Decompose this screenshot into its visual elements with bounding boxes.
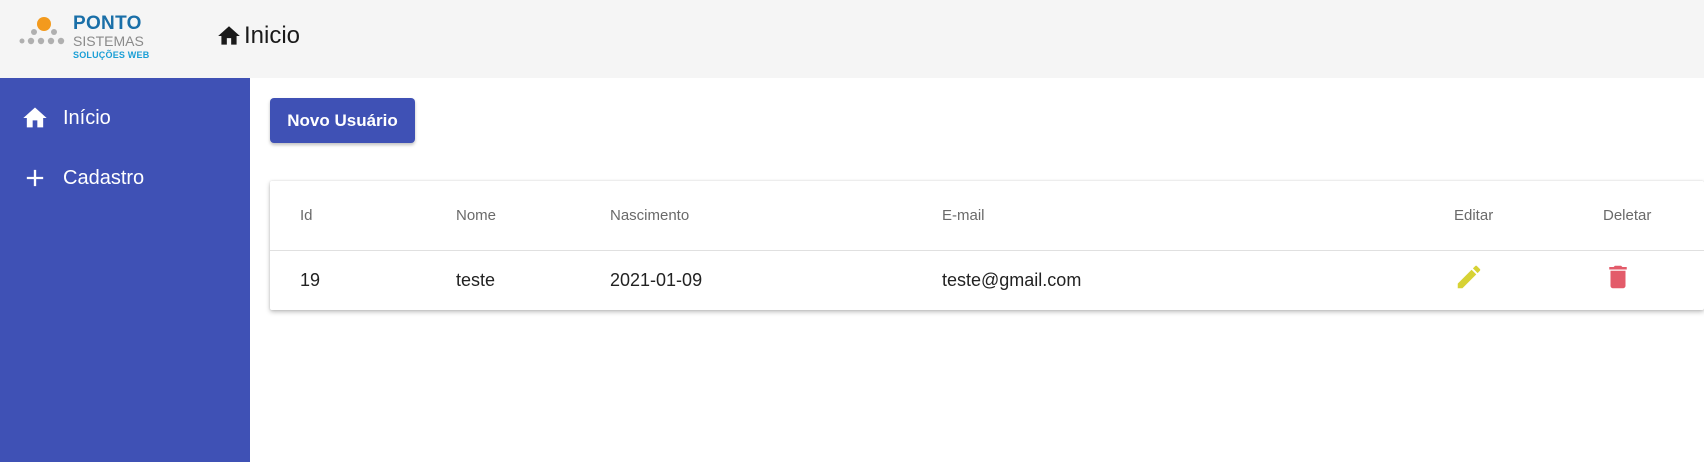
- sidebar-item-label: Cadastro: [63, 166, 145, 189]
- edit-button[interactable]: [1454, 262, 1484, 292]
- column-header-nascimento: Nascimento: [610, 207, 690, 224]
- top-bar: PONTO SISTEMAS SOLUÇÕES WEB Inicio: [0, 0, 1704, 78]
- column-header-nome: Nome: [456, 207, 497, 224]
- page-title: Inicio: [216, 22, 300, 50]
- logo[interactable]: PONTO SISTEMAS SOLUÇÕES WEB: [18, 12, 149, 62]
- trash-icon: [1609, 265, 1627, 289]
- row-divider: [270, 250, 1704, 251]
- logo-line-2: SISTEMAS: [73, 33, 144, 49]
- cell-email: teste@gmail.com: [942, 270, 1082, 290]
- home-icon: [218, 26, 240, 45]
- pencil-icon: [1457, 265, 1481, 289]
- cell-nascimento: 2021-01-09: [610, 270, 703, 290]
- plus-icon: [26, 169, 44, 187]
- cell-nome: teste: [456, 270, 496, 290]
- column-header-email: E-mail: [942, 207, 985, 224]
- logo-dots-icon: [19, 17, 65, 45]
- column-header-deletar: Deletar: [1603, 207, 1652, 224]
- cell-id: 19: [300, 270, 321, 290]
- delete-button[interactable]: [1603, 262, 1633, 292]
- column-header-id: Id: [300, 207, 313, 224]
- logo-line-3: SOLUÇÕES WEB: [73, 50, 150, 60]
- sidebar: Início Cadastro: [0, 78, 250, 462]
- new-user-button[interactable]: Novo Usuário: [270, 98, 415, 143]
- sidebar-item-cadastro[interactable]: Cadastro: [0, 153, 250, 203]
- sidebar-item-inicio[interactable]: Início: [0, 93, 250, 143]
- logo-text: PONTO SISTEMAS SOLUÇÕES WEB: [73, 14, 153, 61]
- column-header-editar: Editar: [1454, 207, 1494, 224]
- users-table: Id Nome Nascimento E-mail Editar Deletar…: [270, 181, 1704, 310]
- page-title-text: Inicio: [244, 22, 301, 49]
- logo-line-1: PONTO: [73, 13, 142, 34]
- sidebar-item-label: Início: [63, 106, 111, 129]
- home-icon: [23, 107, 47, 128]
